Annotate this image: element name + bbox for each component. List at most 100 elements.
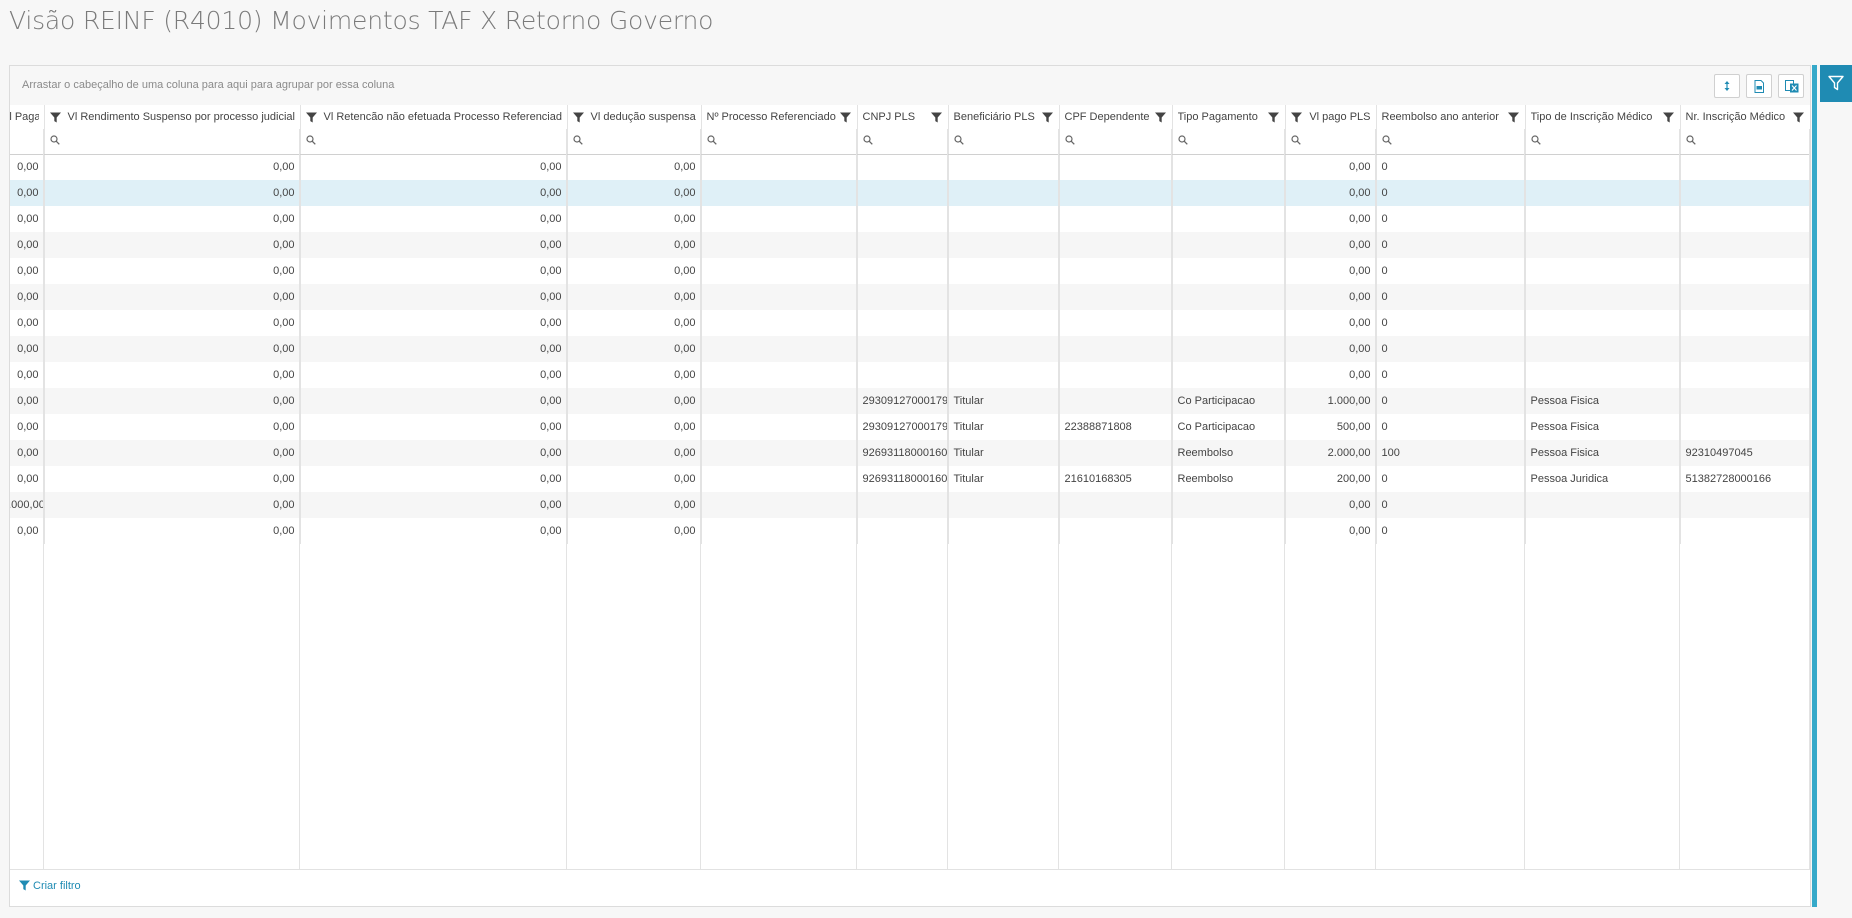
table-row[interactable]: 0,00 0,00 0,00 0,00 0,00 0 xyxy=(10,310,1810,336)
create-filter-link[interactable]: Criar filtro xyxy=(19,880,81,892)
column-search-c7[interactable] xyxy=(1059,129,1173,155)
column-filter-icon[interactable] xyxy=(1662,112,1674,126)
filter-icon xyxy=(19,880,30,891)
table-row[interactable]: 0,00 0,00 0,00 0,00 0,00 0 xyxy=(10,518,1810,544)
table-cell: Reembolso xyxy=(1172,440,1286,466)
table-row[interactable]: 0,00 0,00 0,00 0,00 92693118000160 Titular Ree… xyxy=(10,440,1810,466)
column-filter-icon[interactable] xyxy=(1507,112,1519,126)
column-header-c4[interactable]: Nº Processo Referenciado xyxy=(701,105,858,129)
column-header-c11[interactable]: Tipo de Inscrição Médico xyxy=(1525,105,1681,129)
column-filter-icon[interactable] xyxy=(1154,112,1166,126)
table-cell xyxy=(1172,336,1286,362)
create-filter-label: Criar filtro xyxy=(33,880,81,892)
column-header-label: Vl dedução suspensa xyxy=(590,111,696,123)
search-icon xyxy=(1685,132,1696,150)
column-header-c10[interactable]: Reembolso ano anterior xyxy=(1376,105,1526,129)
column-search-c4[interactable] xyxy=(701,129,858,155)
export-pdf-button[interactable] xyxy=(1746,74,1772,98)
table-cell: 0,00 xyxy=(300,440,568,466)
table-cell: 0,00 xyxy=(300,414,568,440)
export-excel-button[interactable] xyxy=(1778,74,1804,98)
column-search-c12[interactable] xyxy=(1680,129,1810,155)
table-cell: Titular xyxy=(948,388,1060,414)
table-row[interactable]: 0,00 0,00 0,00 0,00 0,00 0 xyxy=(10,154,1810,180)
table-cell: 0,00 xyxy=(10,284,45,310)
column-header-c6[interactable]: Beneficiário PLS xyxy=(948,105,1060,129)
column-search-c6[interactable] xyxy=(948,129,1060,155)
column-search-c9[interactable] xyxy=(1285,129,1377,155)
column-filter-icon[interactable] xyxy=(1290,112,1302,126)
table-cell xyxy=(857,518,949,544)
column-filter-icon[interactable] xyxy=(1041,112,1053,126)
table-row[interactable]: 0,00 0,00 0,00 0,00 0,00 0 xyxy=(10,232,1810,258)
column-search-c1[interactable] xyxy=(44,129,301,155)
page-title: Visão REINF (R4010) Movimentos TAF X Ret… xyxy=(9,6,714,35)
column-search-c0[interactable] xyxy=(10,129,45,155)
table-row[interactable]: 0,00 0,00 0,00 0,00 0,00 0 xyxy=(10,258,1810,284)
table-row[interactable]: 0,00 0,00 0,00 0,00 29309127000179 Titular 223… xyxy=(10,414,1810,440)
column-filter-icon[interactable] xyxy=(839,112,851,126)
column-header-c3[interactable]: Vl dedução suspensa xyxy=(567,105,702,129)
search-icon xyxy=(953,132,964,150)
column-header-c2[interactable]: Vl Retencão não efetuada Processo Refere… xyxy=(300,105,568,129)
table-cell: 0,00 xyxy=(567,388,702,414)
table-cell xyxy=(1172,206,1286,232)
table-row[interactable]: 1.000,000,000,000,000,000 xyxy=(10,492,1810,518)
column-chooser-button[interactable] xyxy=(1714,74,1740,98)
table-cell xyxy=(857,310,949,336)
column-header-c0[interactable]: Vl Pagamentos xyxy=(10,105,45,129)
table-row[interactable]: 0,00 0,00 0,00 0,00 92693118000160 Titular 216… xyxy=(10,466,1810,492)
column-search-c2[interactable] xyxy=(300,129,568,155)
table-cell: 0,00 xyxy=(300,466,568,492)
column-header-c1[interactable]: Vl Rendimento Suspenso por processo judi… xyxy=(44,105,301,129)
table-cell xyxy=(1172,362,1286,388)
table-cell: 0,00 xyxy=(567,258,702,284)
column-filter-icon[interactable] xyxy=(49,112,61,126)
table-cell: 0,00 xyxy=(300,362,568,388)
column-filter-icon[interactable] xyxy=(305,112,317,126)
table-cell: 0,00 xyxy=(300,232,568,258)
table-cell: 92693118000160 xyxy=(857,440,949,466)
table-cell xyxy=(948,180,1060,206)
table-cell: 0 xyxy=(1376,466,1526,492)
table-cell xyxy=(1172,232,1286,258)
column-search-c10[interactable] xyxy=(1376,129,1526,155)
table-row[interactable]: 0,00 0,00 0,00 0,00 0,00 0 xyxy=(10,362,1810,388)
table-cell xyxy=(1059,362,1173,388)
filter-panel-button[interactable] xyxy=(1820,65,1852,102)
column-filter-icon[interactable] xyxy=(930,112,942,126)
table-cell xyxy=(1525,154,1681,180)
table-cell: 0,00 xyxy=(567,180,702,206)
column-header-c12[interactable]: Nr. Inscrição Médico xyxy=(1680,105,1810,129)
table-cell: 0,00 xyxy=(44,362,301,388)
table-row[interactable]: 0,00 0,00 0,00 0,00 0,00 0 xyxy=(10,284,1810,310)
table-cell xyxy=(701,154,858,180)
column-search-c8[interactable] xyxy=(1172,129,1286,155)
column-filter-icon[interactable] xyxy=(1267,112,1279,126)
column-filter-icon[interactable] xyxy=(1792,112,1804,126)
table-row[interactable]: 0,00 0,00 0,00 0,00 29309127000179 Titular Co … xyxy=(10,388,1810,414)
column-filter-icon[interactable] xyxy=(572,112,584,126)
table-cell xyxy=(948,518,1060,544)
column-header-c8[interactable]: Tipo Pagamento xyxy=(1172,105,1286,129)
table-cell: 0,00 xyxy=(44,388,301,414)
table-row[interactable]: 0,00 0,00 0,00 0,00 0,00 0 xyxy=(10,336,1810,362)
table-cell xyxy=(1172,518,1286,544)
column-search-c3[interactable] xyxy=(567,129,702,155)
table-row[interactable]: 0,00 0,00 0,00 0,00 0,00 0 xyxy=(10,180,1810,206)
column-header-c9[interactable]: Vl pago PLS xyxy=(1285,105,1377,129)
column-search-c11[interactable] xyxy=(1525,129,1681,155)
table-cell xyxy=(1059,440,1173,466)
table-cell: Pessoa Fisica xyxy=(1525,414,1681,440)
table-cell xyxy=(1680,284,1810,310)
column-header-c7[interactable]: CPF Dependente xyxy=(1059,105,1173,129)
column-search-c5[interactable] xyxy=(857,129,949,155)
column-header-c5[interactable]: CNPJ PLS xyxy=(857,105,949,129)
search-icon xyxy=(1177,132,1188,150)
table-cell xyxy=(1172,310,1286,336)
vertical-scrollbar[interactable] xyxy=(1812,65,1817,907)
group-panel[interactable]: Arrastar o cabeçalho de uma coluna para … xyxy=(10,66,1810,106)
table-row[interactable]: 0,00 0,00 0,00 0,00 0,00 0 xyxy=(10,206,1810,232)
table-cell: 0,00 xyxy=(1285,284,1377,310)
table-cell: 0,00 xyxy=(10,336,45,362)
